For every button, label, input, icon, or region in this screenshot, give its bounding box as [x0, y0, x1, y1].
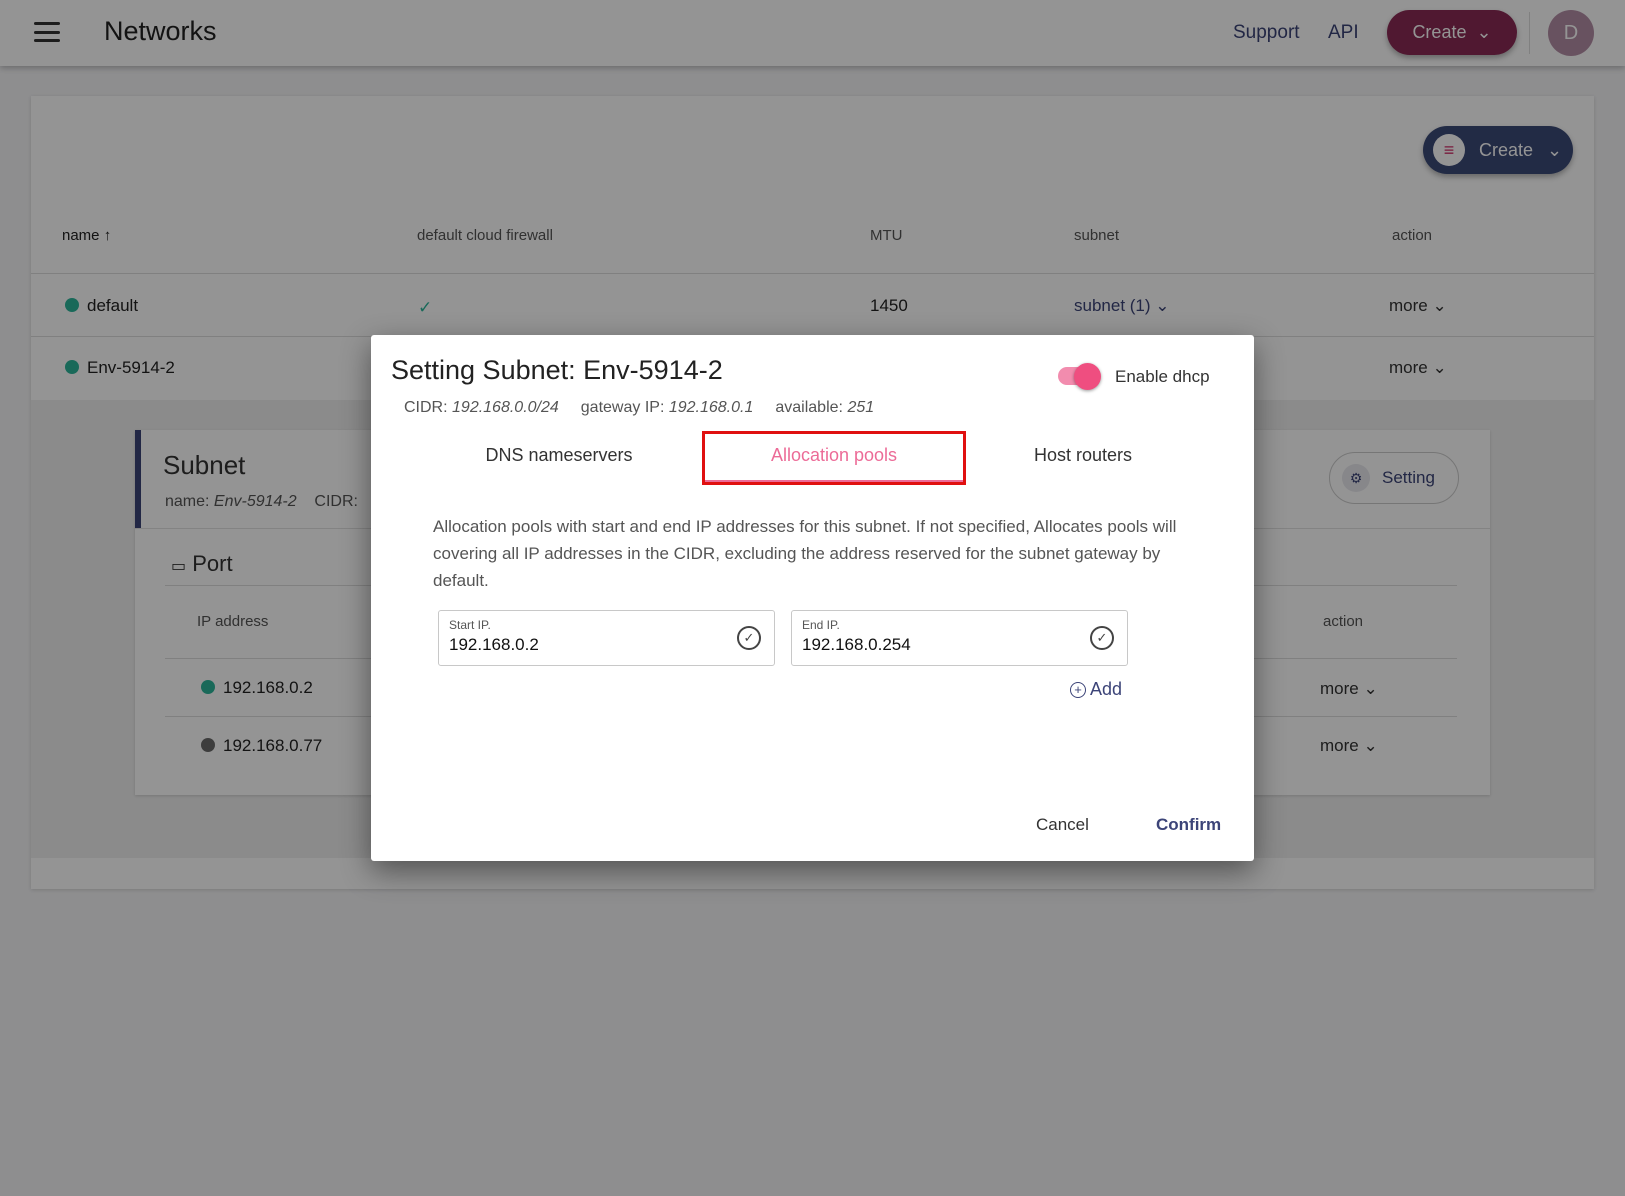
add-label: Add: [1090, 679, 1123, 699]
dhcp-toggle[interactable]: [1074, 363, 1101, 390]
add-circle-icon: +: [1070, 681, 1086, 698]
end-ip-input[interactable]: [802, 635, 1062, 655]
dialog-title: Setting Subnet: Env-5914-2: [391, 355, 723, 385]
gateway-label: gateway IP:: [580, 399, 665, 416]
gateway-value: 192.168.0.1: [668, 399, 754, 416]
add-pool-button[interactable]: + Add: [1070, 679, 1122, 700]
cidr-info: CIDR: 192.168.0.0/24: [404, 399, 559, 417]
active-tab-indicator: [705, 480, 963, 482]
cidr-label: CIDR:: [404, 399, 448, 416]
end-ip-label: End IP.: [802, 618, 840, 632]
available-label: available:: [775, 399, 843, 416]
available-value: 251: [847, 399, 875, 416]
dhcp-toggle-label: Enable dhcp: [1115, 367, 1210, 386]
subnet-info: CIDR: 192.168.0.0/24 gateway IP: 192.168…: [404, 399, 874, 417]
end-ip-field[interactable]: End IP. ✓: [791, 610, 1128, 666]
check-circle-icon: ✓: [1090, 626, 1114, 650]
available-info: available: 251: [775, 399, 874, 417]
tab-allocation-pools[interactable]: Allocation pools: [705, 445, 963, 466]
tab-dns-nameservers[interactable]: DNS nameservers: [469, 445, 649, 466]
check-circle-icon: ✓: [737, 626, 761, 650]
start-ip-label: Start IP.: [449, 618, 491, 632]
setting-subnet-dialog: Setting Subnet: Env-5914-2 Enable dhcp C…: [371, 335, 1254, 861]
cancel-button[interactable]: Cancel: [1036, 815, 1089, 835]
allocation-description: Allocation pools with start and end IP a…: [433, 517, 1177, 590]
start-ip-input[interactable]: [449, 635, 709, 655]
gateway-info: gateway IP: 192.168.0.1: [581, 399, 754, 417]
cidr-value: 192.168.0.0/24: [452, 399, 559, 416]
confirm-button[interactable]: Confirm: [1156, 815, 1221, 835]
tab-host-routers[interactable]: Host routers: [993, 445, 1173, 466]
start-ip-field[interactable]: Start IP. ✓: [438, 610, 775, 666]
